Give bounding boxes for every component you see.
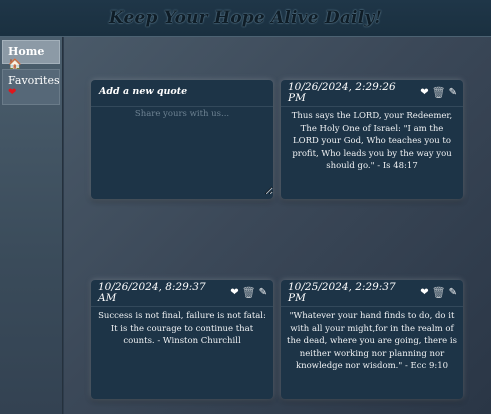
trash-icon[interactable]: 🗑: [242, 287, 256, 299]
quote-date: 10/26/2024, 8:29:37 AM: [98, 281, 206, 304]
quote-text: Success is not final, failure is not fat…: [98, 311, 266, 346]
heart-icon[interactable]: ❤: [420, 287, 428, 299]
pencil-icon[interactable]: ✎: [259, 287, 267, 299]
sidebar: Home 🏠 Favorites ❤: [0, 37, 63, 414]
sidebar-item-home[interactable]: Home 🏠: [2, 40, 60, 71]
trash-icon[interactable]: 🗑: [432, 287, 446, 299]
main-area: Add a new quote 10/26/2024, 2:29:26 PM ❤…: [64, 37, 491, 414]
trash-icon[interactable]: 🗑: [432, 87, 446, 99]
new-quote-card: Add a new quote: [91, 80, 273, 199]
pencil-icon[interactable]: ✎: [449, 87, 457, 99]
quote-date: 10/26/2024, 2:29:26 PM: [288, 81, 396, 104]
quote-card: 10/26/2024, 2:29:26 PM ❤ 🗑 ✎ Thus says t…: [281, 80, 463, 199]
quote-card: 10/26/2024, 8:29:37 AM ❤ 🗑 ✎ Success is …: [91, 280, 273, 399]
heart-icon[interactable]: ❤: [420, 87, 428, 99]
heart-icon: ❤: [8, 87, 17, 98]
quote-date: 10/25/2024, 2:29:37 PM: [288, 281, 396, 304]
heart-icon[interactable]: ❤: [230, 287, 238, 299]
sidebar-item-label: Favorites: [8, 74, 60, 87]
sidebar-item-favorites[interactable]: Favorites ❤: [2, 69, 60, 105]
quote-text: "Whatever your hand finds to do, do it w…: [287, 311, 457, 371]
pencil-icon[interactable]: ✎: [449, 287, 457, 299]
quote-text: Thus says the LORD, your Redeemer, The H…: [291, 111, 453, 171]
top-bar: Keep Your Hope Alive Daily!: [0, 0, 491, 37]
quote-card: 10/25/2024, 2:29:37 PM ❤ 🗑 ✎ "Whatever y…: [281, 280, 463, 399]
sidebar-item-label: Home: [8, 45, 45, 58]
new-quote-input[interactable]: [91, 107, 273, 195]
app-title: Keep Your Hope Alive Daily!: [108, 8, 383, 28]
new-quote-title: Add a new quote: [91, 80, 273, 107]
